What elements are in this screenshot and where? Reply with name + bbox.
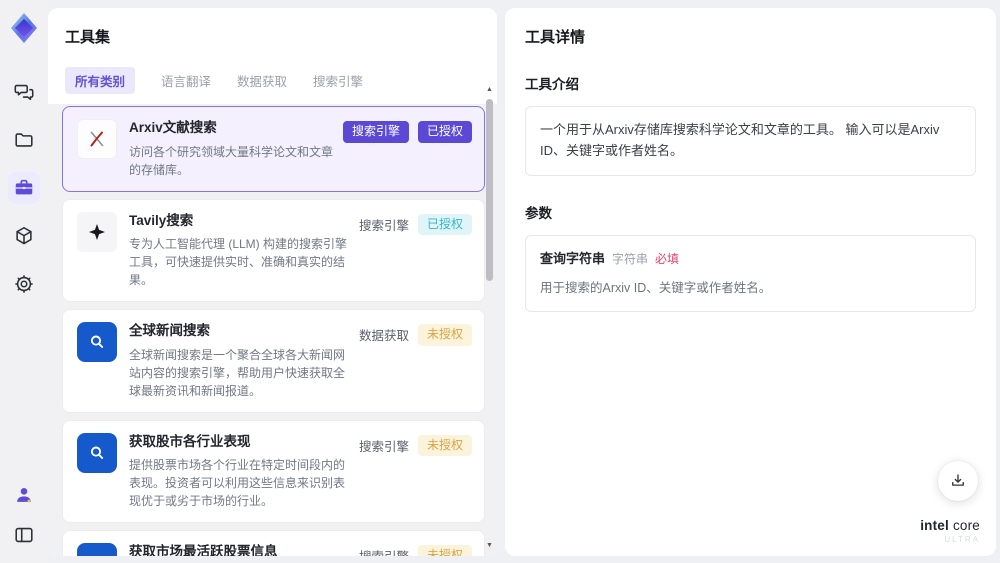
tool-item-most-active-stocks[interactable]: 获取市场最活跃股票信息 提供当天交易量最高的股票列表。投资者可以利用这些信息来识… bbox=[62, 530, 485, 556]
page-title: 工具集 bbox=[65, 29, 111, 46]
tool-name: Tavily搜索 bbox=[129, 212, 194, 228]
intro-box: 一个用于从Arxiv存储库搜索科学论文和文章的工具。 输入可以是Arxiv ID… bbox=[525, 106, 976, 176]
tab-all-categories[interactable]: 所有类别 bbox=[65, 67, 136, 94]
scrollbar-up-icon[interactable]: ▲ bbox=[485, 86, 494, 94]
tool-item-arxiv[interactable]: Arxiv文献搜索 访问各个研究领域大量科学论文和文章的存储库。 搜索引擎 已授… bbox=[62, 106, 485, 192]
intro-heading: 工具介绍 bbox=[525, 77, 579, 92]
sidebar-item-toolbox[interactable] bbox=[8, 172, 40, 204]
package-icon bbox=[16, 226, 32, 245]
tool-name: 获取市场最活跃股票信息 bbox=[129, 544, 278, 556]
sidebar-item-account[interactable] bbox=[8, 479, 40, 511]
briefcase-icon bbox=[15, 179, 33, 195]
gem-logo-icon bbox=[11, 13, 37, 43]
sidebar-item-models[interactable] bbox=[8, 220, 40, 252]
tool-description: 提供股票市场各个行业在特定时间段内的表现。投资者可以利用这些信息来识别表现优于或… bbox=[129, 458, 346, 509]
download-button[interactable] bbox=[938, 461, 978, 501]
brand-core: core bbox=[952, 518, 980, 534]
category-tabs: 所有类别 语言翻译 数据获取 搜索引擎 bbox=[65, 67, 480, 104]
tool-item-global-news[interactable]: 全球新闻搜索 全球新闻搜索是一个聚合全球各大新闻网站内容的搜索引擎，帮助用户快速… bbox=[62, 309, 485, 413]
auth-badge: 未授权 bbox=[417, 434, 472, 457]
arxiv-logo-icon bbox=[77, 119, 117, 159]
auth-badge: 未授权 bbox=[417, 324, 472, 346]
news-search-icon bbox=[77, 543, 117, 556]
tab-data-fetch[interactable]: 数据获取 bbox=[237, 71, 287, 90]
gear-icon bbox=[15, 275, 33, 293]
sidebar-item-files[interactable] bbox=[8, 124, 40, 156]
detail-title: 工具详情 bbox=[525, 29, 586, 46]
app-logo[interactable] bbox=[6, 8, 42, 48]
left-nav-rail bbox=[0, 0, 48, 563]
panel-toggle-icon bbox=[15, 527, 33, 543]
tool-list-panel: 工具集 所有类别 语言翻译 数据获取 搜索引擎 Arxiv文献搜索 访问各个研究… bbox=[48, 8, 497, 556]
tool-list: Arxiv文献搜索 访问各个研究领域大量科学论文和文章的存储库。 搜索引擎 已授… bbox=[48, 104, 497, 556]
news-search-icon bbox=[77, 432, 117, 473]
sidebar-item-panel-toggle[interactable] bbox=[8, 519, 40, 551]
category-label: 搜索引擎 bbox=[358, 218, 409, 233]
intel-core-logo: intel core ULTRA bbox=[920, 518, 980, 545]
param-type: 字符串 bbox=[612, 251, 649, 266]
sidebar-item-chat[interactable] bbox=[8, 76, 40, 108]
download-icon bbox=[952, 474, 964, 486]
auth-badge: 已授权 bbox=[417, 121, 472, 143]
params-heading: 参数 bbox=[525, 205, 552, 221]
category-badge: 搜索引擎 bbox=[342, 121, 409, 143]
chat-icon bbox=[14, 84, 34, 101]
news-search-icon bbox=[77, 322, 117, 363]
scrollbar-down-icon[interactable]: ▼ bbox=[485, 542, 494, 550]
param-name: 查询字符串 bbox=[540, 250, 606, 266]
brand-intel: intel bbox=[920, 518, 949, 534]
param-required-badge: 必填 bbox=[655, 251, 680, 266]
tool-name: 全球新闻搜索 bbox=[129, 323, 210, 339]
tool-item-sector-performance[interactable]: 获取股市各行业表现 提供股票市场各个行业在特定时间段内的表现。投资者可以利用这些… bbox=[62, 419, 485, 524]
tool-description: 访问各个研究领域大量科学论文和文章的存储库。 bbox=[129, 144, 334, 177]
tab-search-engine[interactable]: 搜索引擎 bbox=[313, 71, 363, 90]
tool-description: 全球新闻搜索是一个聚合全球各大新闻网站内容的搜索引擎，帮助用户快速获取全球最新资… bbox=[129, 347, 346, 398]
brand-ultra: ULTRA bbox=[944, 535, 980, 545]
category-label: 搜索引擎 bbox=[359, 546, 409, 556]
folder-icon bbox=[15, 133, 33, 147]
param-box: 查询字符串 字符串 必填 用于搜索的Arxiv ID、关键字或作者姓名。 bbox=[525, 234, 976, 313]
param-description: 用于搜索的Arxiv ID、关键字或作者姓名。 bbox=[540, 281, 772, 296]
tool-name: 获取股市各行业表现 bbox=[129, 433, 251, 449]
tab-translation[interactable]: 语言翻译 bbox=[161, 71, 211, 90]
auth-badge: 未授权 bbox=[417, 545, 472, 556]
star-icon bbox=[77, 211, 117, 252]
list-scrollbar: ▲ ▼ bbox=[485, 86, 494, 550]
scrollbar-thumb[interactable] bbox=[486, 99, 493, 281]
tool-detail-panel: 工具详情 工具介绍 一个用于从Arxiv存储库搜索科学论文和文章的工具。 输入可… bbox=[505, 8, 996, 556]
category-label: 搜索引擎 bbox=[358, 439, 409, 454]
category-label: 数据获取 bbox=[358, 329, 409, 344]
sidebar-item-settings[interactable] bbox=[8, 268, 40, 300]
tool-name: Arxiv文献搜索 bbox=[129, 120, 217, 135]
tool-item-tavily[interactable]: Tavily搜索 专为人工智能代理 (LLM) 构建的搜索引擎工具，可快速提供实… bbox=[62, 198, 485, 303]
tool-description: 专为人工智能代理 (LLM) 构建的搜索引擎工具，可快速提供实时、准确和真实的结… bbox=[129, 237, 348, 288]
user-icon bbox=[17, 488, 31, 503]
auth-badge: 已授权 bbox=[417, 213, 472, 236]
